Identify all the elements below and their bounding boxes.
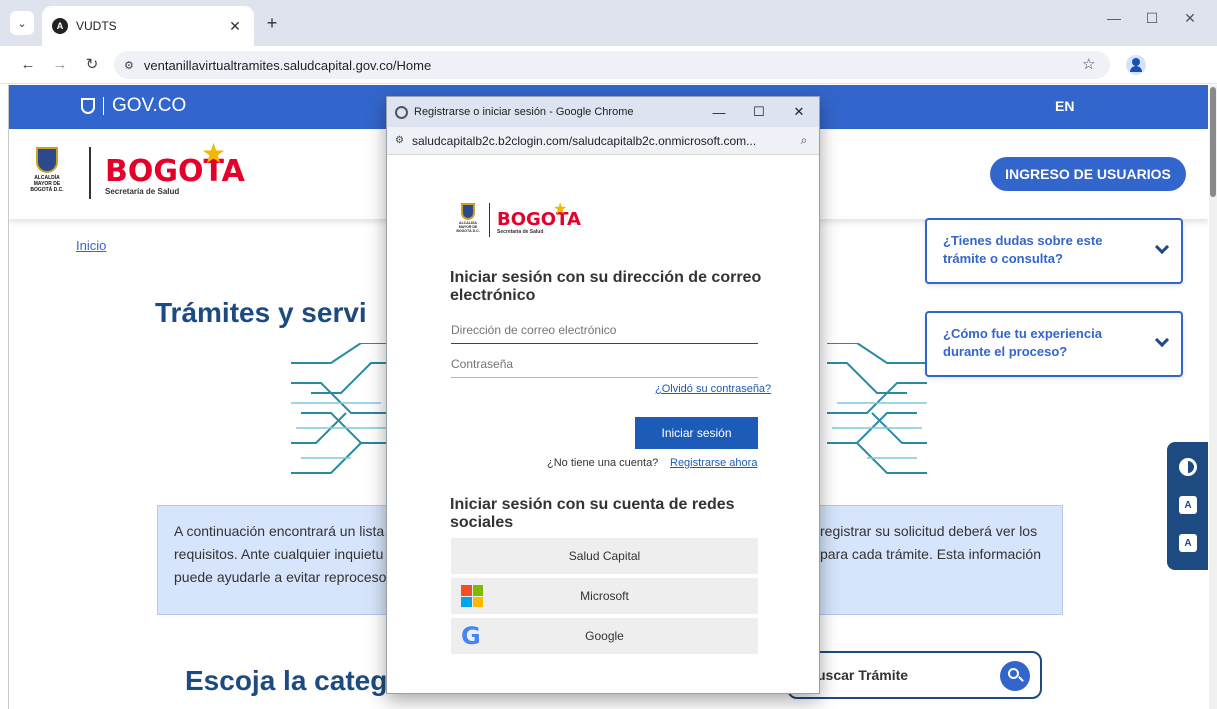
site-settings-icon[interactable]: ⚙ (395, 135, 404, 146)
increase-font-icon[interactable]: A (1179, 534, 1197, 552)
new-tab-button[interactable]: + (262, 13, 282, 33)
email-login-heading: Iniciar sesión con su dirección de corre… (450, 269, 762, 304)
accessibility-toolbar: A A (1167, 442, 1208, 570)
search-button[interactable] (1000, 661, 1030, 691)
circuit-decoration-left (291, 343, 391, 474)
provider-label: Google (585, 629, 624, 643)
popup-title: Registrarse o iniciar sesión - Google Ch… (414, 106, 634, 118)
escudo-caption: ALCALDÍA MAYOR DE BOGOTÁ D.C. (30, 175, 64, 193)
bogota-logo[interactable]: BOGOTA Secretaría de Salud ★ (105, 138, 245, 196)
forward-button[interactable]: → (50, 55, 70, 75)
sign-in-button[interactable]: Iniciar sesión (635, 417, 758, 449)
google-icon: G (461, 622, 481, 650)
gov-shield-icon (81, 98, 95, 114)
site-settings-icon[interactable]: ⚙ (124, 59, 134, 72)
tab-title: VUDTS (76, 19, 117, 33)
google-login-button[interactable]: G Google (451, 618, 758, 654)
login-popup-window: Registrarse o iniciar sesión - Google Ch… (386, 96, 820, 694)
provider-label: Salud Capital (568, 549, 641, 563)
microsoft-icon (461, 585, 483, 607)
window-controls: — ☐ ✕ (1095, 10, 1209, 27)
secretaria-label: Secretaría de Salud (497, 229, 544, 235)
close-window-button[interactable]: ✕ (1171, 10, 1209, 27)
category-title: Escoja la categ (185, 665, 388, 696)
chevron-down-icon (1154, 332, 1170, 348)
zoom-icon[interactable]: ⌕ (789, 133, 819, 148)
url-text: ventanillavirtualtramites.saludcapital.g… (143, 57, 432, 73)
bogota-wordmark: BOGOTA (497, 209, 581, 230)
star-icon: ★ (201, 138, 227, 169)
circuit-decoration-right (827, 343, 927, 474)
popup-url-text: saludcapitalb2c.b2clogin.com/saludcapita… (411, 133, 757, 148)
angular-icon: A (52, 18, 68, 34)
popup-address-bar: ⚙ saludcapitalb2c.b2clogin.com/saludcapi… (387, 127, 819, 155)
info-text-left: A continuación encontrará un lista requi… (174, 523, 387, 585)
user-login-button[interactable]: INGRESO DE USUARIOS (990, 157, 1186, 191)
salud-capital-login-button[interactable]: Salud Capital (451, 538, 758, 574)
popup-maximize-button[interactable]: ☐ (739, 104, 779, 120)
accordion-doubts[interactable]: ¿Tienes dudas sobre este trámite o consu… (925, 218, 1183, 284)
forgot-password-link[interactable]: ¿Olvidó su contraseña? (655, 383, 771, 395)
popup-close-button[interactable]: ✕ (779, 104, 819, 120)
bookmark-star-icon[interactable]: ☆ (1082, 55, 1095, 73)
decrease-font-icon[interactable]: A (1179, 496, 1197, 514)
accordion-question: ¿Tienes dudas sobre este trámite o consu… (943, 233, 1103, 266)
search-placeholder: uscar Trámite (817, 667, 909, 683)
email-field[interactable] (451, 316, 758, 344)
maximize-button[interactable]: ☐ (1133, 10, 1171, 27)
alcaldia-escudo-logo: ALCALDÍA MAYOR DE BOGOTÁ D.C. (27, 147, 67, 197)
tab-strip: ⌄ A VUDTS ✕ + — ☐ ✕ (0, 0, 1217, 46)
popup-minimize-button[interactable]: — (699, 105, 739, 120)
accordion-experience[interactable]: ¿Cómo fue tu experiencia durante el proc… (925, 311, 1183, 377)
address-bar[interactable]: ⚙ ventanillavirtualtramites.saludcapital… (114, 51, 1110, 79)
password-field[interactable] (451, 350, 758, 378)
register-link[interactable]: Registrarse ahora (670, 457, 757, 469)
back-button[interactable]: ← (18, 55, 38, 75)
social-login-heading: Iniciar sesión con su cuenta de redes so… (450, 496, 735, 531)
gov-co-logo[interactable]: GOV.CO (81, 95, 186, 117)
search-procedure-input[interactable]: uscar Trámite (787, 651, 1042, 699)
chevron-down-icon (1154, 239, 1170, 255)
profile-avatar-icon[interactable] (1126, 55, 1146, 75)
info-text-right: registrar su solicitud deberá ver los pa… (820, 523, 1041, 562)
star-icon: ★ (553, 201, 568, 218)
language-toggle[interactable]: EN (1055, 98, 1074, 114)
no-account-label: ¿No tiene una cuenta? (547, 457, 659, 469)
provider-label: Microsoft (580, 589, 629, 603)
popup-brand-logo: ALCALDÍA MAYOR DE BOGOTÁ D.C. BOGOTA Sec… (453, 201, 593, 243)
minimize-button[interactable]: — (1095, 10, 1133, 27)
tab-search-button[interactable]: ⌄ (10, 11, 34, 35)
escudo-icon: ALCALDÍA MAYOR DE BOGOTÁ D.C. (453, 203, 483, 233)
breadcrumb-home-link[interactable]: Inicio (76, 238, 106, 253)
tab-close-icon[interactable]: ✕ (226, 18, 244, 35)
accordion-question: ¿Cómo fue tu experiencia durante el proc… (943, 326, 1102, 359)
popup-titlebar[interactable]: Registrarse o iniciar sesión - Google Ch… (387, 97, 819, 127)
contrast-icon[interactable] (1179, 458, 1197, 476)
scrollbar-thumb[interactable] (1210, 87, 1216, 197)
browser-toolbar: ← → ↻ ⚙ ventanillavirtualtramites.saludc… (0, 46, 1217, 84)
page-title: Trámites y servi (155, 297, 367, 328)
reload-button[interactable]: ↻ (82, 55, 102, 75)
gov-label: GOV.CO (112, 95, 187, 116)
microsoft-login-button[interactable]: Microsoft (451, 578, 758, 614)
chrome-icon (395, 105, 408, 119)
page-scrollbar[interactable] (1209, 85, 1217, 709)
browser-tab[interactable]: A VUDTS ✕ (42, 6, 254, 46)
